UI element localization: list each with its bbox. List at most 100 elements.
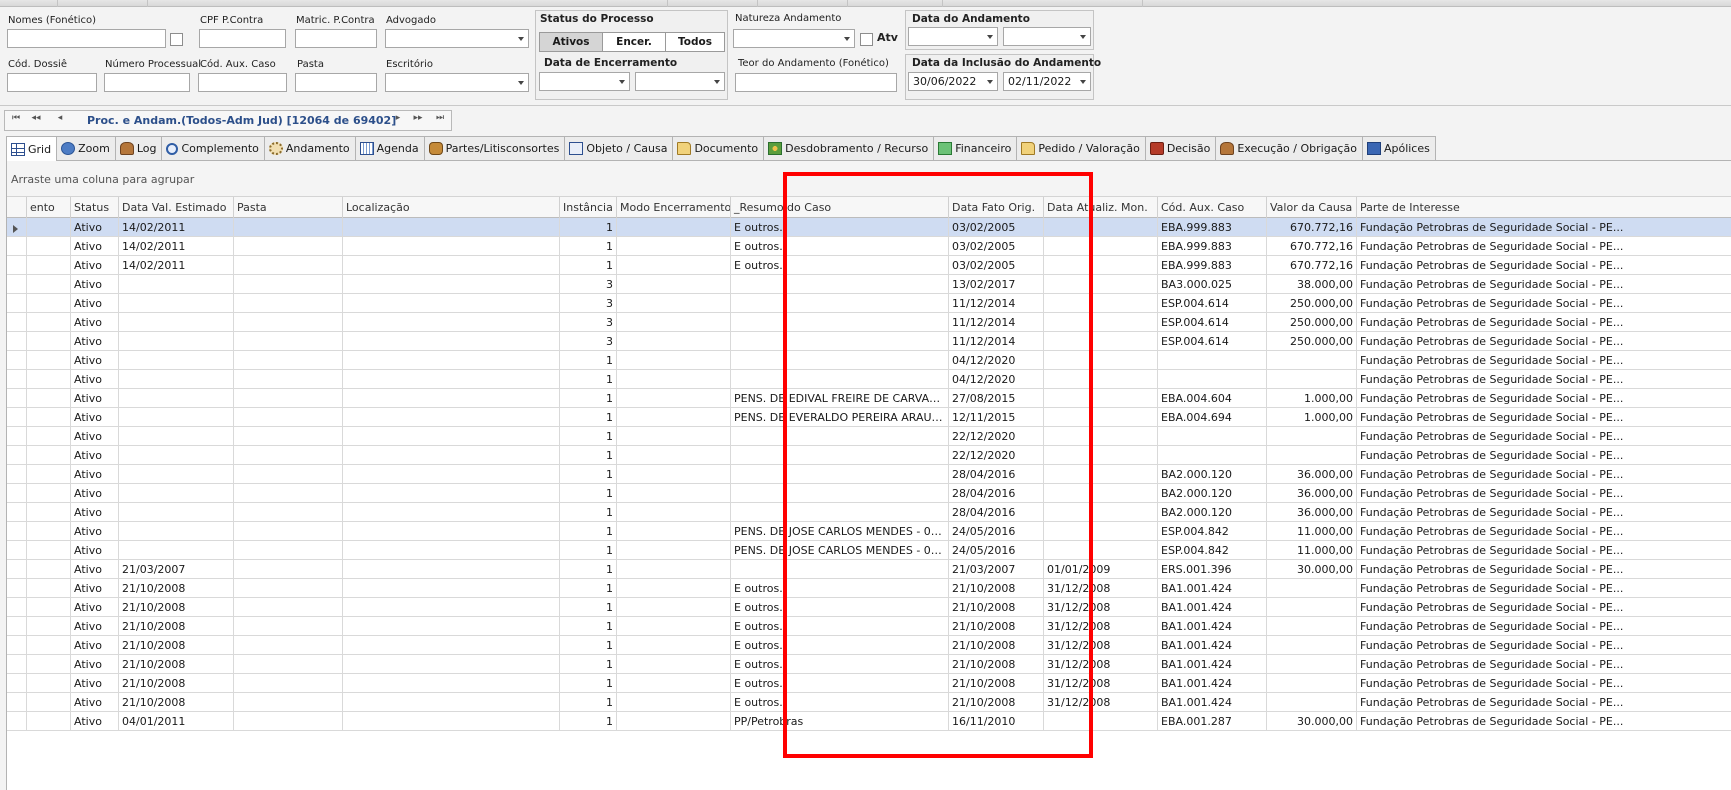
last-record-button[interactable]: ⏭	[431, 113, 449, 123]
resumo-caso-cell[interactable]	[731, 313, 949, 332]
status-cell[interactable]: Ativo	[71, 560, 119, 579]
table-row[interactable]: Ativo 1 28/04/2016 BA2.000.120 36.000,00 Fund…	[7, 484, 1731, 503]
resumo-caso-cell[interactable]: E outros.	[731, 674, 949, 693]
data-fato-orig-cell[interactable]: 16/11/2010	[949, 712, 1044, 731]
parte-interesse-cell[interactable]: Fundação Petrobras de Seguridade Social …	[1357, 541, 1731, 560]
data-fato-orig-cell[interactable]: 03/02/2005	[949, 237, 1044, 256]
cod-aux-caso-cell[interactable]: BA1.001.424	[1158, 579, 1267, 598]
data-val-estimado-cell[interactable]	[119, 446, 234, 465]
parte-interesse-cell[interactable]: Fundação Petrobras de Seguridade Social …	[1357, 256, 1731, 275]
localizacao-cell[interactable]	[343, 598, 560, 617]
localizacao-cell[interactable]	[343, 237, 560, 256]
valor-causa-cell[interactable]	[1267, 674, 1357, 693]
table-row[interactable]: Ativo 1 PENS. DE EVERALDO PEREIRA ARAUJO -…	[7, 408, 1731, 427]
data-atualiz-mon-cell[interactable]	[1044, 465, 1158, 484]
localizacao-cell[interactable]	[343, 294, 560, 313]
valor-causa-cell[interactable]	[1267, 579, 1357, 598]
localizacao-cell[interactable]	[343, 541, 560, 560]
parte-interesse-cell[interactable]: Fundação Petrobras de Seguridade Social …	[1357, 484, 1731, 503]
data-fato-orig-cell[interactable]: 12/11/2015	[949, 408, 1044, 427]
instancia-cell[interactable]: 1	[560, 674, 617, 693]
instancia-cell[interactable]: 3	[560, 332, 617, 351]
status-cell[interactable]: Ativo	[71, 693, 119, 712]
data-val-estimado-cell[interactable]	[119, 294, 234, 313]
data-fato-orig-cell[interactable]: 21/10/2008	[949, 579, 1044, 598]
pasta-cell[interactable]	[234, 522, 343, 541]
valor-causa-cell[interactable]	[1267, 370, 1357, 389]
andamento-cell[interactable]	[27, 446, 71, 465]
data-val-estimado-cell[interactable]: 04/01/2011	[119, 712, 234, 731]
cod-aux-caso-cell[interactable]: EBA.004.694	[1158, 408, 1267, 427]
data-atualiz-mon-cell[interactable]	[1044, 256, 1158, 275]
modo-encerramento-cell[interactable]	[617, 560, 731, 579]
status-todos-button[interactable]: Todos	[665, 32, 725, 52]
localizacao-cell[interactable]	[343, 218, 560, 237]
valor-causa-cell[interactable]	[1267, 446, 1357, 465]
row-indicator[interactable]	[7, 636, 27, 655]
row-indicator[interactable]	[7, 370, 27, 389]
tab-documento[interactable]: Documento	[672, 136, 765, 160]
cod-aux-caso-cell[interactable]: EBA.001.287	[1158, 712, 1267, 731]
parte-interesse-cell[interactable]: Fundação Petrobras de Seguridade Social …	[1357, 313, 1731, 332]
cod-aux-caso-col-header[interactable]: Cód. Aux. Caso	[1158, 197, 1267, 218]
table-row[interactable]: Ativo 21/10/2008 1 E outros. 21/10/2008 31/12…	[7, 693, 1731, 712]
modo-encerramento-cell[interactable]	[617, 712, 731, 731]
status-cell[interactable]: Ativo	[71, 636, 119, 655]
row-indicator[interactable]	[7, 655, 27, 674]
valor-causa-cell[interactable]	[1267, 636, 1357, 655]
status-cell[interactable]: Ativo	[71, 655, 119, 674]
cod-aux-caso-cell[interactable]: ESP.004.842	[1158, 522, 1267, 541]
pasta-cell[interactable]	[234, 617, 343, 636]
resumo-caso-cell[interactable]: E outros.	[731, 598, 949, 617]
status-cell[interactable]: Ativo	[71, 617, 119, 636]
andamento-cell[interactable]	[27, 427, 71, 446]
data-fato-orig-cell[interactable]: 21/10/2008	[949, 655, 1044, 674]
status-cell[interactable]: Ativo	[71, 465, 119, 484]
row-indicator[interactable]	[7, 598, 27, 617]
natureza-select[interactable]	[733, 29, 855, 48]
table-row[interactable]: Ativo 3 13/02/2017 BA3.000.025 38.000,00 Fund…	[7, 275, 1731, 294]
resumo-caso-cell[interactable]	[731, 484, 949, 503]
cod-aux-caso-cell[interactable]: EBA.999.883	[1158, 256, 1267, 275]
pasta-cell[interactable]	[234, 655, 343, 674]
tab-financeiro[interactable]: Financeiro	[933, 136, 1018, 160]
pasta-cell[interactable]	[234, 313, 343, 332]
data-fato-orig-cell[interactable]: 22/12/2020	[949, 427, 1044, 446]
table-row[interactable]: Ativo 14/02/2011 1 E outros. 03/02/2005 EBA.9…	[7, 218, 1731, 237]
instancia-cell[interactable]: 1	[560, 389, 617, 408]
localizacao-cell[interactable]	[343, 560, 560, 579]
parte-interesse-cell[interactable]: Fundação Petrobras de Seguridade Social …	[1357, 332, 1731, 351]
table-row[interactable]: Ativo 3 11/12/2014 ESP.004.614 250.000,00 Fun…	[7, 294, 1731, 313]
table-row[interactable]: Ativo 3 11/12/2014 ESP.004.614 250.000,00 Fun…	[7, 313, 1731, 332]
data-atualiz-mon-col-header[interactable]: Data Atualiz. Mon.	[1044, 197, 1158, 218]
localizacao-cell[interactable]	[343, 370, 560, 389]
table-row[interactable]: Ativo 1 22/12/2020 Fundação Petrobras de Se…	[7, 446, 1731, 465]
instancia-cell[interactable]: 1	[560, 560, 617, 579]
modo-encerramento-cell[interactable]	[617, 693, 731, 712]
row-indicator[interactable]	[7, 560, 27, 579]
resumo-caso-cell[interactable]	[731, 294, 949, 313]
localizacao-cell[interactable]	[343, 674, 560, 693]
resumo-caso-cell[interactable]	[731, 560, 949, 579]
modo-encerramento-cell[interactable]	[617, 541, 731, 560]
data-fato-orig-cell[interactable]: 21/03/2007	[949, 560, 1044, 579]
cod-aux-caso-cell[interactable]: BA2.000.120	[1158, 465, 1267, 484]
andamento-cell[interactable]	[27, 598, 71, 617]
instancia-cell[interactable]: 1	[560, 712, 617, 731]
pasta-cell[interactable]	[234, 636, 343, 655]
data-fato-orig-cell[interactable]: 03/02/2005	[949, 218, 1044, 237]
localizacao-col-header[interactable]: Localização	[343, 197, 560, 218]
instancia-cell[interactable]: 1	[560, 617, 617, 636]
tab-complemento[interactable]: Complemento	[161, 136, 265, 160]
andamento-cell[interactable]	[27, 712, 71, 731]
data-andamento-from[interactable]	[908, 27, 998, 46]
resumo-caso-cell[interactable]: E outros.	[731, 655, 949, 674]
table-row[interactable]: Ativo 1 28/04/2016 BA2.000.120 36.000,00 Fund…	[7, 503, 1731, 522]
instancia-cell[interactable]: 1	[560, 370, 617, 389]
valor-causa-cell[interactable]	[1267, 617, 1357, 636]
cod-dossie-input[interactable]	[7, 73, 97, 92]
data-val-estimado-cell[interactable]: 21/10/2008	[119, 617, 234, 636]
valor-causa-cell[interactable]: 30.000,00	[1267, 712, 1357, 731]
tab-decisao[interactable]: Decisão	[1144, 136, 1217, 160]
parte-interesse-cell[interactable]: Fundação Petrobras de Seguridade Social …	[1357, 370, 1731, 389]
